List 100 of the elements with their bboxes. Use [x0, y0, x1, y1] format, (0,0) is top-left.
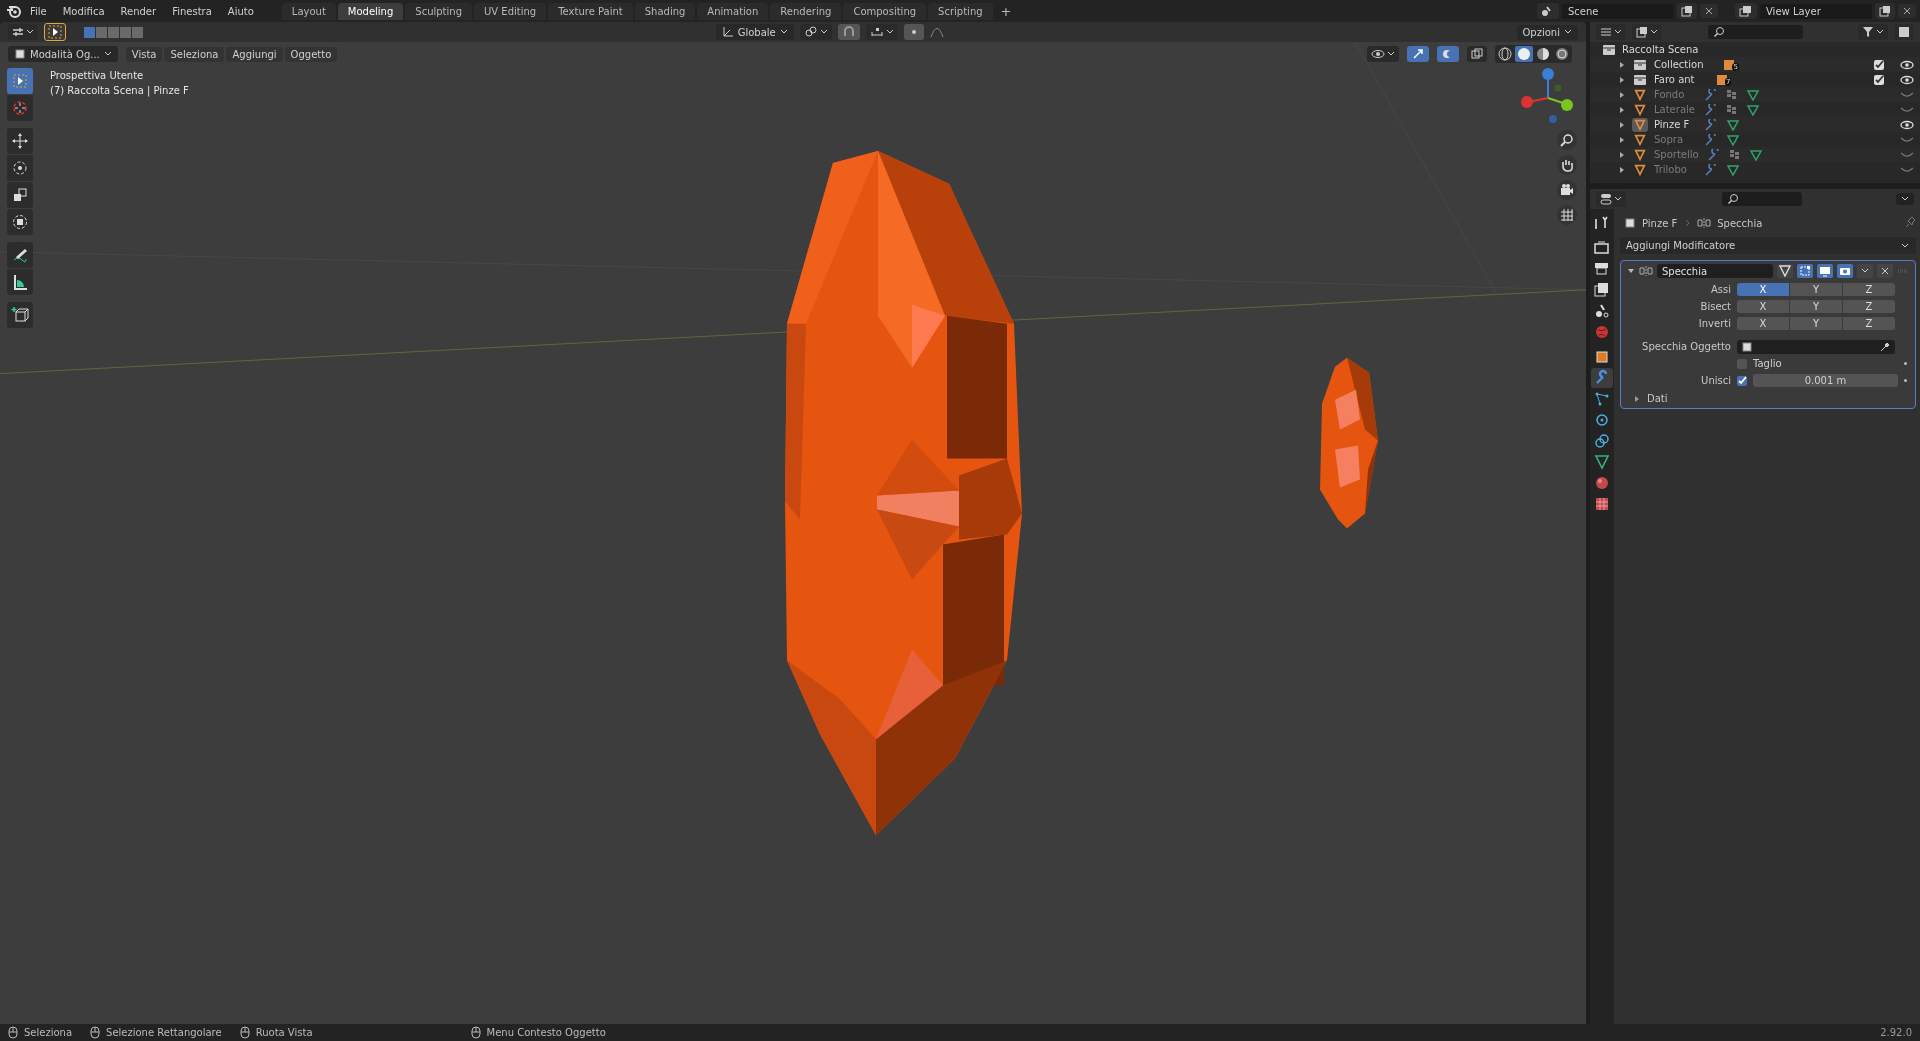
ortho-toggle-button[interactable] — [1557, 205, 1577, 225]
outliner-item[interactable]: Raccolta Scena — [1622, 44, 1699, 55]
edit-mode-toggle[interactable] — [1777, 264, 1793, 278]
snap-toggle[interactable] — [837, 24, 860, 40]
outliner-icon-button[interactable] — [1632, 57, 1648, 72]
object-picker-field[interactable] — [1737, 339, 1895, 354]
menu-item[interactable]: Modifica — [54, 5, 113, 17]
axis-toggle-button[interactable]: X — [1737, 317, 1789, 330]
editor-type-button[interactable] — [1596, 191, 1626, 207]
axis-toggle-button[interactable]: Y — [1790, 283, 1842, 296]
tool-button[interactable] — [7, 242, 33, 268]
tool-button[interactable] — [7, 128, 33, 154]
close-button[interactable] — [1700, 4, 1718, 18]
workspace-tab[interactable]: Layout — [281, 2, 336, 20]
workspace-tab[interactable]: Shading — [634, 2, 696, 20]
zoom-button[interactable] — [1557, 130, 1577, 150]
mesh-data-icon[interactable] — [1726, 118, 1740, 131]
shading-mode-button[interactable] — [1496, 46, 1514, 62]
workspace-tab[interactable]: Rendering — [770, 2, 842, 20]
wrench-icon[interactable] — [1704, 118, 1718, 131]
outliner-icon-button[interactable] — [1632, 132, 1648, 147]
outliner-item[interactable]: Trilobo — [1654, 164, 1696, 175]
snap-target-button[interactable] — [865, 24, 898, 40]
keyframe-dot-icon[interactable] — [1904, 379, 1907, 382]
tool-button[interactable] — [7, 269, 33, 295]
overlay-toggle[interactable] — [1437, 46, 1459, 62]
shading-mode-button[interactable] — [1534, 46, 1552, 62]
outliner-icon-button[interactable] — [1632, 162, 1648, 177]
viewport-menu[interactable]: Aggiungi — [226, 46, 283, 62]
xray-toggle[interactable] — [1467, 46, 1487, 62]
workspace-tab[interactable]: Modeling — [337, 2, 404, 20]
menu-item[interactable]: Finestra — [164, 5, 220, 17]
workspace-tab[interactable]: UV Editing — [474, 2, 547, 20]
subpanel-header[interactable]: Dati — [1647, 393, 1668, 404]
pin-icon[interactable] — [1904, 217, 1916, 229]
shading-mode-button[interactable] — [1515, 46, 1533, 62]
render-toggle[interactable] — [1837, 264, 1853, 278]
grid-blocks-icon[interactable] — [1726, 103, 1738, 116]
outliner-icon-button[interactable] — [1632, 147, 1648, 162]
outliner-icon-button[interactable] — [1632, 117, 1648, 132]
expand-arrow-icon[interactable] — [1633, 394, 1641, 403]
mesh-data-icon[interactable] — [1726, 163, 1740, 176]
merge-distance-field[interactable]: 0.001 m — [1753, 374, 1898, 387]
axis-toggle-button[interactable]: Z — [1843, 317, 1895, 330]
close-button[interactable] — [1898, 4, 1916, 18]
exclude-checkbox[interactable] — [1874, 74, 1884, 85]
orientation-dropdown[interactable]: Globale — [715, 24, 794, 40]
menu-item[interactable]: File — [22, 5, 55, 17]
tool-button[interactable] — [7, 182, 33, 208]
falloff-curve-icon[interactable] — [929, 26, 944, 38]
outliner-item[interactable]: Pinze F — [1654, 119, 1696, 130]
wrench-icon[interactable] — [1704, 88, 1718, 101]
tool-button[interactable] — [7, 209, 33, 235]
proportional-edit-toggle[interactable] — [903, 24, 924, 40]
pan-button[interactable] — [1557, 155, 1577, 175]
workspace-tab[interactable]: Scripting — [928, 2, 993, 20]
outliner-icon-button[interactable] — [1632, 72, 1648, 87]
selection-mode-buttons[interactable] — [84, 26, 143, 38]
axis-toggle-button[interactable]: Y — [1790, 300, 1842, 313]
cage-toggle[interactable] — [1797, 264, 1813, 278]
mode-dropdown[interactable]: Modalità Og... — [8, 46, 118, 62]
wrench-icon[interactable] — [1704, 103, 1718, 116]
workspace-tab[interactable]: Animation — [697, 2, 769, 20]
outliner-item[interactable]: Sopra — [1654, 134, 1696, 145]
options-dropdown[interactable]: Opzioni — [1516, 24, 1578, 40]
scene-browse-button[interactable] — [1537, 3, 1559, 19]
pivot-point-button[interactable] — [799, 24, 832, 40]
gizmo-toggle[interactable] — [1407, 46, 1429, 62]
tool-button[interactable] — [7, 155, 33, 181]
remove-button[interactable] — [1877, 264, 1893, 278]
outliner-icon-button[interactable] — [1632, 102, 1648, 117]
menu-item[interactable]: Aiuto — [219, 5, 262, 17]
editor-type-button[interactable] — [8, 24, 38, 40]
workspace-tab[interactable]: Texture Paint — [548, 2, 633, 20]
copy-view-layer-button[interactable] — [1875, 3, 1895, 19]
grid-blocks-icon[interactable] — [1726, 88, 1738, 101]
active-tool-button[interactable] — [44, 23, 66, 41]
copy-scene-button[interactable] — [1677, 3, 1697, 19]
tool-button[interactable] — [7, 68, 33, 94]
checkbox[interactable] — [1737, 358, 1747, 369]
exclude-checkbox[interactable] — [1874, 59, 1884, 70]
shading-mode-button[interactable] — [1553, 46, 1571, 62]
menu-item[interactable]: Render — [112, 5, 165, 17]
keyframe-dot-icon[interactable] — [1904, 362, 1907, 365]
mesh-data-icon[interactable] — [1726, 133, 1740, 146]
wrench-icon[interactable] — [1706, 148, 1721, 161]
scene-name-field[interactable]: Scene — [1562, 3, 1674, 19]
axis-toggle-button[interactable]: Z — [1843, 300, 1895, 313]
outliner-icon-button[interactable] — [1632, 87, 1648, 102]
tool-button[interactable] — [7, 302, 33, 328]
mesh-data-icon[interactable] — [1746, 103, 1760, 116]
filter-button[interactable] — [1858, 24, 1888, 40]
new-collection-button[interactable] — [1894, 24, 1914, 40]
viewport-display-toggle[interactable] — [1817, 264, 1833, 278]
mesh-data-icon[interactable] — [1748, 148, 1763, 161]
outliner-item[interactable]: Collection — [1654, 59, 1704, 70]
view-layer-browse-button[interactable] — [1735, 3, 1757, 19]
add-workspace-button[interactable]: + — [994, 3, 1018, 19]
blender-logo-icon[interactable] — [6, 4, 22, 18]
viewport-menu[interactable]: Vista — [125, 46, 163, 62]
